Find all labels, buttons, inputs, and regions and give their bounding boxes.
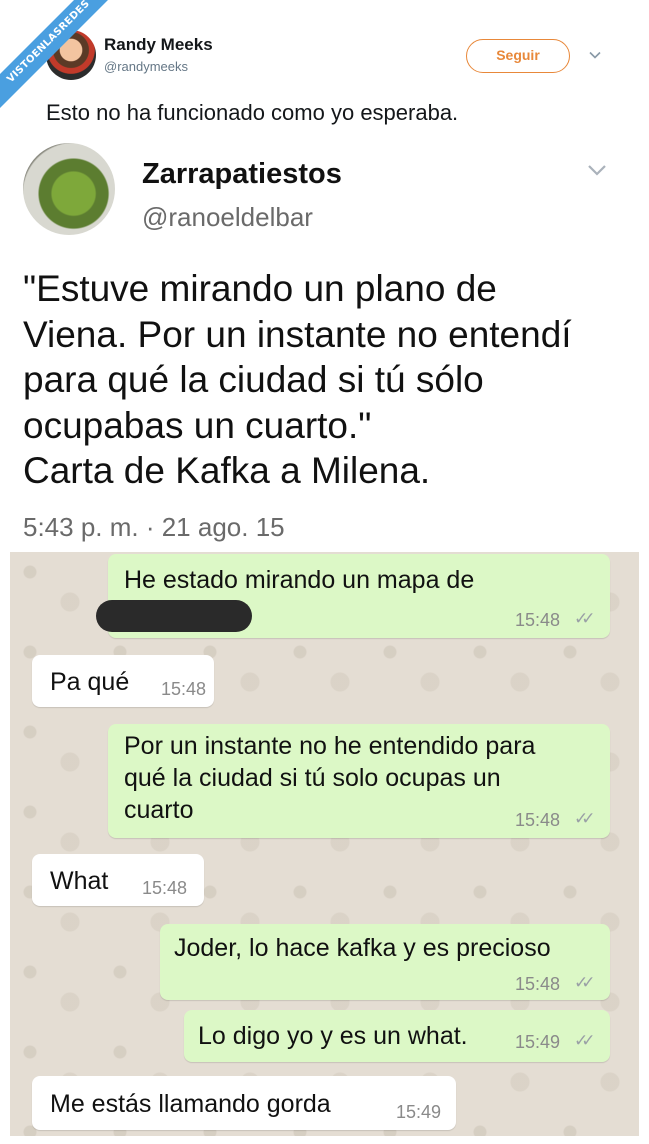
chevron-down-icon[interactable] [588,48,602,62]
message-text: cuarto [124,796,194,824]
follow-button[interactable]: Seguir [466,39,570,73]
quote-line: para qué la ciudad si tú sólo [23,359,484,400]
chat-message-incoming: Pa qué 15:48 [32,655,214,707]
message-text: Me estás llamando gorda [50,1090,331,1118]
author-name[interactable]: Randy Meeks [104,35,213,55]
message-time: 15:48 [161,679,207,699]
chat-message-incoming: What 15:48 [32,854,204,906]
embedded-author-handle: @ranoeldelbar [142,202,313,232]
message-text: What [50,867,109,895]
chat-message-outgoing: Lo digo yo y es un what. 15:49 ✓✓ [184,1010,610,1062]
quote-line: "Estuve mirando un plano de [23,268,497,309]
message-text: Joder, lo hace kafka y es precioso [174,934,551,962]
message-text: He estado mirando un mapa de [124,566,475,594]
message-time: 15:48 [142,878,188,898]
chat-message-outgoing: Joder, lo hace kafka y es precioso 15:48… [160,924,610,1000]
chat-message-outgoing: Por un instante no he entendido para qué… [108,724,610,838]
tweet-header: Randy Meeks @randymeeks Seguir [0,0,649,90]
message-text: Por un instante no he entendido para [124,732,536,760]
chevron-down-icon [586,160,608,183]
chat-message-incoming: Me estás llamando gorda 15:49 [32,1076,456,1130]
embedded-tweet-screenshot: Zarrapatiestos @ranoeldelbar "Estuve mir… [10,138,639,552]
tweet-text: Esto no ha funcionado como yo esperaba. [46,100,459,125]
double-check-icon: ✓✓ [574,973,595,993]
chat-screenshot: He estado mirando un mapa de 15:48 ✓✓ Pa… [10,552,639,1136]
message-time: 15:48 [515,610,561,630]
double-check-icon: ✓✓ [574,1031,595,1051]
double-check-icon: ✓✓ [574,809,595,829]
quote-line: Viena. Por un instante no entendí [23,313,572,355]
embedded-avatar [23,143,115,235]
embedded-author-name: Zarrapatiestos [142,158,342,190]
message-time: 15:48 [515,974,561,994]
author-handle[interactable]: @randymeeks [104,59,188,74]
message-time: 15:48 [515,810,561,830]
embedded-tweet-date: 5:43 p. m. · 21 ago. 15 [23,512,285,542]
chat-message-outgoing: He estado mirando un mapa de 15:48 ✓✓ [96,554,610,638]
double-check-icon: ✓✓ [574,609,595,629]
quote-line: ocupabas un cuarto." [23,404,372,446]
message-text: Pa qué [50,668,130,696]
message-text: qué la ciudad si tú solo ocupas un [124,764,501,792]
embedded-tweet-text: "Estuve mirando un plano de Viena. Por u… [23,266,623,494]
message-time: 15:49 [396,1102,442,1122]
redaction-bar [96,600,252,632]
message-text: Lo digo yo y es un what. [198,1022,468,1050]
message-time: 15:49 [515,1032,561,1052]
quote-line: Carta de Kafka a Milena. [23,450,431,491]
